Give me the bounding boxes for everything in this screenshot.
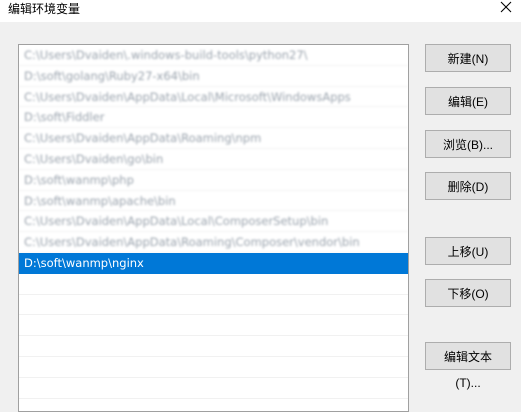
window-title: 编辑环境变量 [8,2,81,16]
close-icon[interactable] [499,0,513,14]
list-item[interactable]: D:\soft\Fiddler [19,107,408,129]
list-item[interactable] [19,295,408,316]
list-item-selected[interactable]: D:\soft\wanmp\nginx [19,252,408,274]
list-item[interactable] [19,357,408,378]
title-bar: 编辑环境变量 [0,0,521,22]
browse-button[interactable]: 浏览(B)... [425,130,511,158]
list-item[interactable]: D:\soft\wanmp\php [19,170,408,191]
move-down-button[interactable]: 下移(O) [425,279,511,307]
list-item[interactable]: C:\Users\Dvaiden\AppData\Local\ComposerS… [19,211,408,233]
list-item[interactable]: C:\Users\Dvaiden\AppData\Local\Microsoft… [19,87,408,108]
list-item[interactable]: D:\soft\wanmp\apache\bin [19,191,408,212]
list-item[interactable]: C:\Users\Dvaiden\AppData\Roaming\Compose… [19,232,408,253]
list-item[interactable]: C:\Users\Dvaiden\AppData\Roaming\npm [19,128,408,149]
list-item[interactable]: C:\Users\Dvaiden\go\bin [19,149,408,170]
path-list[interactable]: C:\Users\Dvaiden\.windows-build-tools\py… [18,44,409,412]
delete-button[interactable]: 删除(D) [425,172,511,200]
move-up-button[interactable]: 上移(U) [425,237,511,265]
list-item[interactable] [19,315,408,337]
edit-text-button[interactable]: 编辑文本(T)... [425,342,511,390]
list-item[interactable]: D:\soft\golang\Ruby27-x64\bin [19,66,408,87]
list-item[interactable] [19,274,408,295]
list-item[interactable] [19,378,408,399]
list-item[interactable] [19,336,408,357]
list-item[interactable] [19,399,408,411]
edit-button[interactable]: 编辑(E) [425,87,511,115]
new-button[interactable]: 新建(N) [425,44,511,72]
list-item[interactable]: C:\Users\Dvaiden\.windows-build-tools\py… [19,45,408,66]
